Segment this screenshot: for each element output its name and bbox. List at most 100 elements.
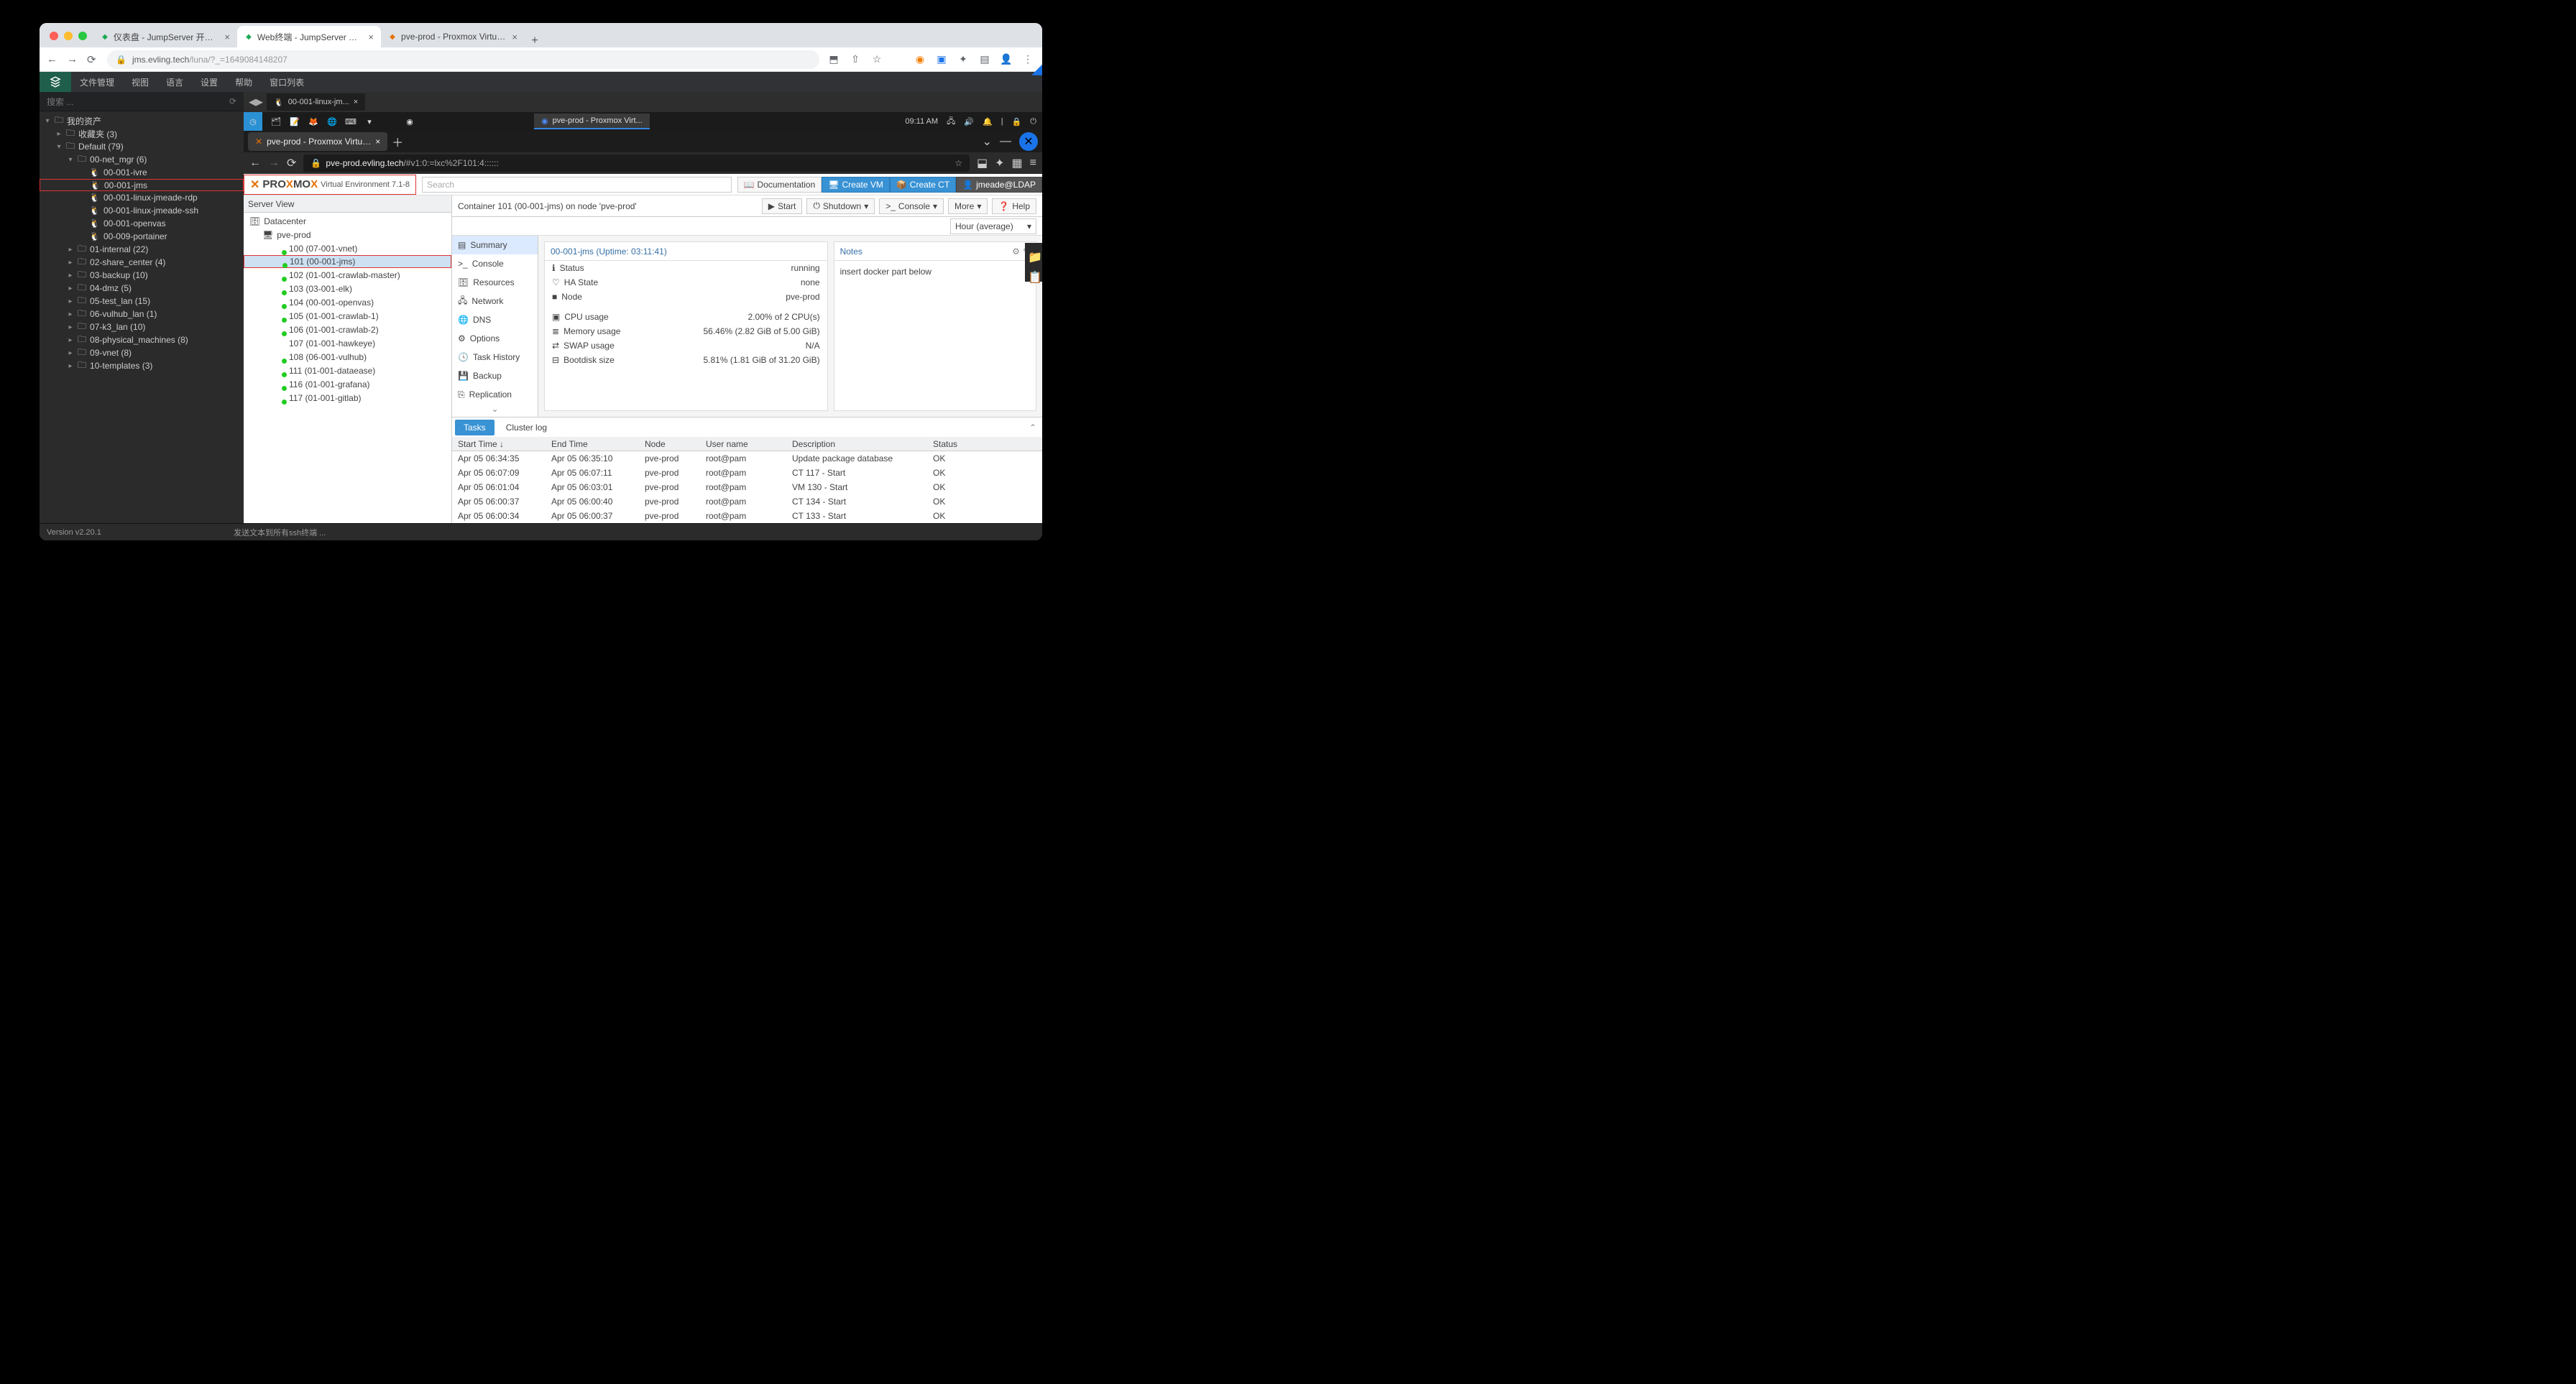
side-summary[interactable]: ▤Summary [452, 236, 538, 254]
bookmark-icon[interactable]: ☆ [954, 158, 962, 168]
close-icon[interactable]: × [354, 98, 358, 106]
app-globe-icon[interactable]: 🌐 [323, 112, 341, 131]
side-console[interactable]: >_Console [452, 254, 538, 273]
shutdown-button[interactable]: ⏻ Shutdown ▾ [806, 198, 875, 214]
new-tab-icon[interactable]: ＋ [392, 133, 403, 150]
asset-tree-node[interactable]: ▸🗀收藏夹 (3) [40, 127, 244, 140]
firefox-address-bar[interactable]: 🔒 pve-prod.evling.tech/#v1:0:=lxc%2F101:… [303, 154, 970, 172]
extensions-icon[interactable]: ✦ [956, 52, 970, 67]
pve-tree-node[interactable]: 🗄Datacenter [244, 214, 451, 228]
pve-tree-node[interactable]: 101 (00-001-jms) [244, 255, 451, 268]
asset-tree-node[interactable]: ▾🗀Default (79) [40, 140, 244, 153]
start-menu-icon[interactable]: ◷ [244, 112, 262, 131]
server-view-selector[interactable]: Server View [244, 195, 451, 213]
timerange-select[interactable]: Hour (average)▾ [950, 218, 1036, 234]
power-icon[interactable]: ⏻ [1030, 117, 1036, 126]
task-row[interactable]: Apr 05 06:00:37Apr 05 06:00:40pve-prodro… [452, 494, 1042, 509]
app-terminal-icon[interactable]: ⌨ [341, 112, 360, 131]
tab-tasks[interactable]: Tasks [455, 420, 494, 435]
side-replication[interactable]: ⎘Replication [452, 385, 538, 404]
browser-tab[interactable]: ◆Web终端 - JumpServer 开源堡…× [237, 26, 381, 47]
help-button[interactable]: ❓ Help [992, 198, 1036, 214]
console-button[interactable]: >_ Console ▾ [879, 198, 944, 214]
bell-icon[interactable]: 🔔 [983, 117, 993, 126]
asset-tree-node[interactable]: ▾🗀我的资产 [40, 114, 244, 127]
asset-tree-node[interactable]: ▸🗀06-vulhub_lan (1) [40, 308, 244, 320]
ff-extensions-icon[interactable]: ✦ [995, 156, 1004, 170]
tab-cluster-log[interactable]: Cluster log [497, 420, 556, 435]
pve-tree-node[interactable]: 107 (01-001-hawkeye) [244, 336, 451, 350]
asset-search[interactable]: 搜索 ... ⟳ [40, 92, 244, 111]
app-editor-icon[interactable]: 📝 [285, 112, 304, 131]
profile-icon[interactable]: 👤 [999, 52, 1013, 67]
pve-tree-node[interactable]: 108 (06-001-vulhub) [244, 350, 451, 364]
asset-tree-node[interactable]: ▸🗀05-test_lan (15) [40, 295, 244, 308]
ext1-icon[interactable]: ◉ [913, 52, 927, 67]
asset-tree-node[interactable]: 🐧00-001-linux-jmeade-rdp [40, 191, 244, 204]
ff-minimize-icon[interactable]: — [996, 132, 1015, 151]
address-bar[interactable]: 🔒 jms.evling.tech/luna/?_=1649084148207 [107, 50, 819, 69]
start-button[interactable]: ▶ Start [762, 198, 803, 214]
more-button[interactable]: More ▾ [948, 198, 988, 214]
documentation-button[interactable]: 📖 Documentation [737, 177, 822, 193]
folder-icon[interactable]: 📁 [1028, 250, 1039, 262]
asset-tree-node[interactable]: ▸🗀01-internal (22) [40, 243, 244, 256]
collapse-icon[interactable]: ⌃ [1024, 423, 1042, 433]
menu-item[interactable]: 设置 [192, 76, 226, 88]
ff-ext1-icon[interactable]: ⬓ [977, 156, 988, 170]
tab-nav-icon[interactable]: ◀▶ [247, 96, 265, 108]
menu-item[interactable]: 文件管理 [71, 76, 123, 88]
macos-zoom[interactable] [78, 32, 87, 40]
menu-item[interactable]: 帮助 [226, 76, 261, 88]
close-icon[interactable]: × [512, 32, 518, 42]
pve-search[interactable]: Search [422, 177, 732, 193]
taskbar-window[interactable]: ◉ pve-prod - Proxmox Virt... [534, 114, 650, 129]
user-lock-icon[interactable]: 🔒 [1012, 117, 1022, 126]
create-ct-button[interactable]: 📦 Create CT [890, 177, 956, 193]
asset-tree-node[interactable]: 🐧00-001-ivre [40, 166, 244, 179]
menu-item[interactable]: 语言 [157, 76, 192, 88]
side-options[interactable]: ⚙Options [452, 329, 538, 348]
app-filemanager-icon[interactable]: 🗂 [267, 112, 285, 131]
list-tabs-icon[interactable]: ⌄ [983, 134, 992, 149]
reload-icon[interactable]: ⟳ [87, 53, 100, 66]
pve-tree-node[interactable]: 🖥pve-prod [244, 228, 451, 241]
ff-ext2-icon[interactable]: ▦ [1012, 156, 1023, 170]
new-tab-button[interactable]: + [525, 34, 545, 47]
menu-item[interactable]: 窗口列表 [261, 76, 313, 88]
pve-tree-node[interactable]: 106 (01-001-crawlab-2) [244, 323, 451, 336]
firefox-tab[interactable]: ✕ pve-prod - Proxmox Virtu… × [248, 132, 387, 151]
browser-tab[interactable]: ◆仪表盘 - JumpServer 开源堡垒…× [93, 26, 237, 47]
gear-icon[interactable]: ⚙ [1012, 246, 1020, 257]
browser-tab[interactable]: ◆pve-prod - Proxmox Virtual En…× [381, 26, 525, 47]
pve-tree-node[interactable]: 117 (01-001-gitlab) [244, 391, 451, 405]
pve-tree-node[interactable]: 116 (01-001-grafana) [244, 377, 451, 391]
side-backup[interactable]: 💾Backup [452, 366, 538, 385]
pve-tree-node[interactable]: 103 (03-001-elk) [244, 282, 451, 295]
create-vm-button[interactable]: 🖥 Create VM [822, 177, 890, 193]
macos-close[interactable] [50, 32, 58, 40]
asset-tree-node[interactable]: ▸🗀08-physical_machines (8) [40, 333, 244, 346]
pve-tree-node[interactable]: 102 (01-001-crawlab-master) [244, 268, 451, 282]
reading-list-icon[interactable]: ▤ [978, 52, 992, 67]
share-icon[interactable]: ⇧ [848, 52, 862, 67]
asset-tree-node[interactable]: ▸🗀02-share_center (4) [40, 256, 244, 269]
forward-icon[interactable]: → [67, 53, 80, 65]
clipboard-icon[interactable]: 📋 [1028, 270, 1039, 282]
side-dns[interactable]: 🌐DNS [452, 310, 538, 329]
bookmark-icon[interactable]: ☆ [870, 52, 884, 67]
asset-tree-node[interactable]: ▾🗀00-net_mgr (6) [40, 153, 244, 166]
ff-close-icon[interactable]: ✕ [1019, 132, 1038, 151]
asset-tree-node[interactable]: ▸🗀03-backup (10) [40, 269, 244, 282]
asset-tree-node[interactable]: 🐧00-009-portainer [40, 230, 244, 243]
task-row[interactable]: Apr 05 06:01:04Apr 05 06:03:01pve-prodro… [452, 480, 1042, 494]
app-chrome-icon[interactable]: ◉ [400, 112, 419, 131]
asset-tree-node[interactable]: 🐧00-001-openvas [40, 217, 244, 230]
asset-tree-node[interactable]: ▸🗀09-vnet (8) [40, 346, 244, 359]
asset-tree-node[interactable]: ▸🗀07-k3_lan (10) [40, 320, 244, 333]
back-icon[interactable]: ← [47, 53, 60, 65]
asset-tree-node[interactable]: 🐧00-001-linux-jmeade-ssh [40, 204, 244, 217]
task-row[interactable]: Apr 05 06:07:09Apr 05 06:07:11pve-prodro… [452, 466, 1042, 480]
back-icon[interactable]: ← [249, 157, 261, 170]
ff-menu-icon[interactable]: ≡ [1030, 157, 1036, 170]
